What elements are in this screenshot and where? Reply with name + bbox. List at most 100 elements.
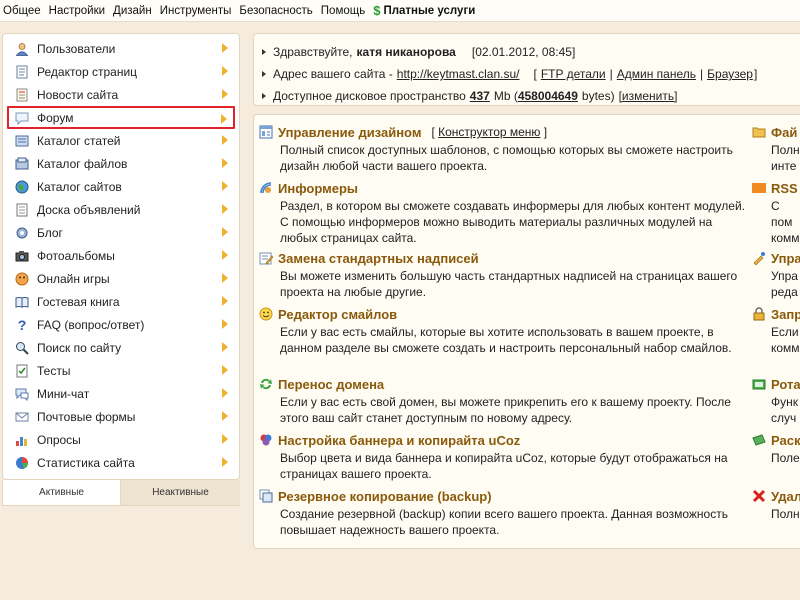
site-address-link[interactable]: http://keytmast.clan.su/	[397, 67, 520, 81]
disk-bytes-value[interactable]: 458004649	[518, 89, 578, 103]
top-menu: Общее Настройки Дизайн Инструменты Безоп…	[0, 0, 800, 22]
sidebar-item-photo[interactable]: Фотоальбомы	[8, 244, 234, 267]
sidebar-item-label: Редактор страниц	[37, 64, 138, 79]
browser-link[interactable]: Браузер	[707, 67, 753, 81]
admin-panel-link[interactable]: Админ панель	[617, 67, 696, 81]
sidebar-item-files[interactable]: Каталог файлов	[8, 152, 234, 175]
domain-icon	[258, 376, 274, 392]
search-icon	[14, 340, 30, 356]
rotate-icon	[751, 376, 767, 392]
menu-constructor-wrapper: [ Конструктор меню ]	[431, 125, 547, 139]
tests-icon	[14, 363, 30, 379]
section-title[interactable]: Резервное копирование (backup)	[278, 489, 492, 504]
menu-paid-services[interactable]: $ Платные услуги	[373, 3, 475, 18]
sidebar-item-guestbook[interactable]: Гостевая книга	[8, 290, 234, 313]
section-description: Полный список доступных шаблонов, с помо…	[280, 143, 733, 173]
menu-security[interactable]: Безопасность	[239, 5, 312, 17]
mail-icon	[14, 409, 30, 425]
menu-general[interactable]: Общее	[3, 5, 41, 17]
chevron-right-icon	[222, 89, 228, 99]
sidebar-item-faq[interactable]: ? FAQ (вопрос/ответ)	[8, 313, 234, 336]
sidebar-item-label: Мини-чат	[37, 386, 90, 401]
section-title[interactable]: RSS	[771, 181, 798, 196]
section-title[interactable]: Управление дизайном	[278, 125, 421, 140]
sidebar-item-tests[interactable]: Тесты	[8, 359, 234, 382]
menu-settings[interactable]: Настройки	[49, 5, 105, 17]
sidebar-item-label: FAQ (вопрос/ответ)	[37, 317, 145, 332]
sidebar-item-label: Каталог статей	[37, 133, 121, 148]
backup-icon	[258, 488, 274, 504]
username: катя никанорова	[356, 45, 456, 59]
sidebar-item-stats[interactable]: Статистика сайта	[8, 451, 234, 474]
menu-design[interactable]: Дизайн	[113, 5, 152, 17]
section-title[interactable]: Настройка баннера и копирайта uCoz	[278, 433, 520, 448]
section-description: Поле	[771, 451, 800, 465]
section-title[interactable]: Рота	[771, 377, 800, 392]
replace-icon	[258, 250, 274, 266]
disk-used-value[interactable]: 437	[470, 89, 490, 103]
menu-constructor-link[interactable]: Конструктор меню	[438, 125, 540, 139]
manage-icon	[751, 250, 767, 266]
login-datetime: [02.01.2012, 08:45]	[471, 45, 576, 59]
informer-icon	[258, 180, 274, 196]
sidebar-item-articles[interactable]: Каталог статей	[8, 129, 234, 152]
section-title[interactable]: Редактор смайлов	[278, 307, 397, 322]
paid-services-label: Платные услуги	[383, 4, 476, 17]
chevron-right-icon	[222, 296, 228, 306]
separator: |	[609, 67, 613, 81]
chevron-right-icon	[222, 181, 228, 191]
sidebar-item-mailforms[interactable]: Почтовые формы	[8, 405, 234, 428]
sidebar-item-news[interactable]: Новости сайта	[8, 83, 234, 106]
close-bracket: ]	[543, 125, 548, 139]
sidebar-item-games[interactable]: Онлайн игры	[8, 267, 234, 290]
section-description: Если у вас есть смайлы, которые вы хотит…	[280, 325, 732, 355]
lock-icon	[751, 306, 767, 322]
games-icon	[14, 271, 30, 287]
tab-active[interactable]: Активные	[2, 480, 122, 506]
bullet-icon	[262, 71, 266, 77]
section-title[interactable]: Информеры	[278, 181, 358, 196]
menu-help[interactable]: Помощь	[321, 5, 365, 17]
section-title[interactable]: Раск	[771, 433, 800, 448]
chevron-right-icon	[222, 250, 228, 260]
section-title[interactable]: Упра	[771, 251, 800, 266]
board-icon	[14, 202, 30, 218]
chevron-right-icon	[222, 204, 228, 214]
menu-tools[interactable]: Инструменты	[160, 5, 232, 17]
chevron-right-icon	[222, 411, 228, 421]
sidebar-item-board[interactable]: Доска объявлений	[8, 198, 234, 221]
sidebar-item-forum[interactable]: Форум	[7, 106, 235, 129]
ftp-details-link[interactable]: FTP детали	[541, 67, 606, 81]
address-label: Адрес вашего сайта -	[273, 67, 393, 81]
section-rotate-right: Рота Функ случ	[751, 375, 800, 426]
sidebar-item-chat[interactable]: Мини-чат	[8, 382, 234, 405]
disk-label: Доступное дисковое пространство	[273, 89, 466, 103]
chevron-right-icon	[222, 43, 228, 53]
tab-inactive[interactable]: Неактивные	[121, 480, 240, 506]
sidebar-item-blog[interactable]: Блог	[8, 221, 234, 244]
chevron-right-icon	[222, 273, 228, 283]
sidebar-item-search[interactable]: Поиск по сайту	[8, 336, 234, 359]
sidebar-tabs: Активные Неактивные	[2, 480, 240, 506]
sidebar-item-polls[interactable]: Опросы	[8, 428, 234, 451]
chevron-right-icon	[222, 365, 228, 375]
news-icon	[14, 87, 30, 103]
section-title[interactable]: Замена стандартных надписей	[278, 251, 479, 266]
section-title[interactable]: Запр	[771, 307, 800, 322]
section-files-right: Фай Полн инте	[751, 123, 800, 174]
section-promo-right: Раск Поле	[751, 431, 800, 466]
section-description: Полн	[771, 507, 800, 521]
section-title[interactable]: Перенос домена	[278, 377, 384, 392]
separator: |	[700, 67, 704, 81]
change-disk-link[interactable]: [изменить]	[619, 89, 678, 103]
sidebar-item-label: Опросы	[37, 432, 81, 447]
section-title[interactable]: Удал	[771, 489, 800, 504]
section-title[interactable]: Фай	[771, 125, 797, 140]
sidebar-item-page-editor[interactable]: Редактор страниц	[8, 60, 234, 83]
section-description: Функ случ	[771, 395, 798, 425]
smile-icon	[258, 306, 274, 322]
sidebar-item-sites[interactable]: Каталог сайтов	[8, 175, 234, 198]
sidebar-item-users[interactable]: Пользователи	[8, 37, 234, 60]
sidebar-item-label: Пользователи	[37, 41, 116, 56]
sidebar-item-label: Онлайн игры	[37, 271, 110, 286]
